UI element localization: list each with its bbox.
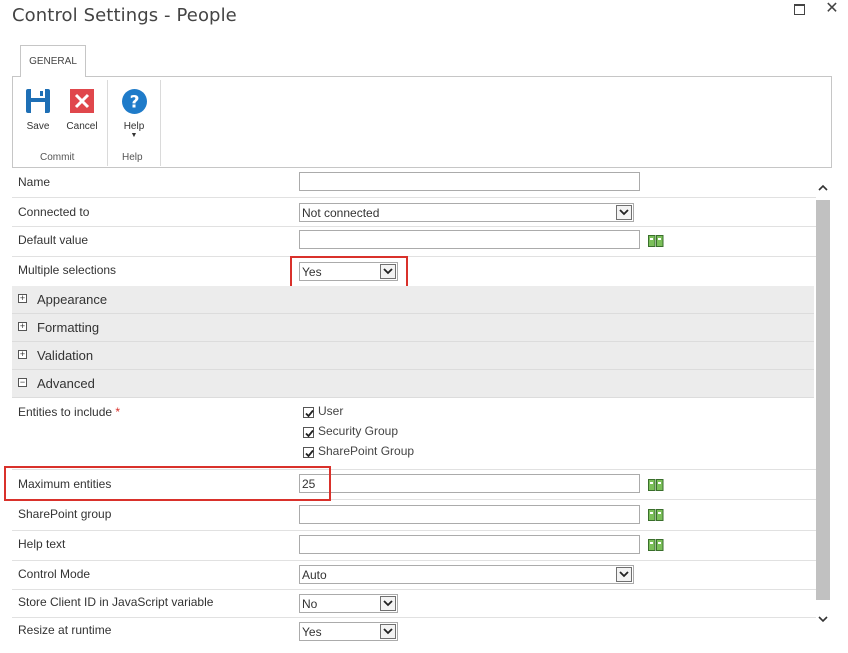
row-multiple-selections: Multiple selections Yes [12,257,816,285]
control-mode-select[interactable]: Auto [299,565,634,584]
store-client-id-label: Store Client ID in JavaScript variable [18,595,214,609]
required-mark: * [115,405,121,419]
control-mode-label: Control Mode [18,567,91,581]
row-entities-to-include: Entities to include * User Security Grou… [12,398,816,470]
group-appearance[interactable]: + Appearance [12,286,814,314]
name-input[interactable] [299,172,640,191]
store-client-id-value: No [302,597,318,611]
scroll-up-icon[interactable] [816,181,830,195]
lookup-icon[interactable] [648,479,664,491]
svg-text:?: ? [129,93,139,113]
chevron-down-icon [616,205,632,220]
row-name: Name [12,168,816,198]
save-label: Save [26,121,50,132]
tab-general[interactable]: GENERAL [20,45,86,77]
help-text-input[interactable] [299,535,640,554]
cancel-icon [70,89,94,113]
row-help-text: Help text [12,531,816,561]
chevron-down-icon [380,624,396,639]
sharepoint-group-label: SharePoint group [18,507,112,521]
entities-to-include-label: Entities to include * [18,405,121,419]
multiple-selections-label: Multiple selections [18,263,117,277]
resize-at-runtime-select[interactable]: Yes [299,622,398,641]
resize-at-runtime-label: Resize at runtime [18,623,112,637]
checkbox-security-group[interactable] [303,427,314,438]
lookup-icon[interactable] [648,509,664,521]
scrollbar-thumb[interactable] [816,200,830,600]
group-label-commit: Commit [40,152,75,163]
help-icon: ? [121,89,147,114]
save-button[interactable]: Save [22,88,54,132]
save-icon [26,89,50,113]
lookup-icon[interactable] [648,539,664,551]
store-client-id-select[interactable]: No [299,594,398,613]
group-validation[interactable]: + Validation [12,342,814,370]
group-appearance-label: Appearance [37,292,108,307]
chevron-down-icon: ▼ [130,132,138,139]
default-value-input[interactable] [299,230,640,249]
row-resize-at-runtime: Resize at runtime Yes [12,618,816,646]
ribbon-separator-2 [160,80,161,166]
checkbox-user[interactable] [303,407,314,418]
expand-icon: + [18,321,27,331]
connected-to-label: Connected to [18,205,90,219]
help-label: Help [123,121,145,132]
row-connected-to: Connected to Not connected [12,198,816,227]
collapse-icon: − [18,377,27,387]
scroll-down-icon[interactable] [816,612,830,626]
control-mode-value: Auto [302,568,327,582]
row-default-value: Default value [12,227,816,257]
group-advanced-label: Advanced [37,376,95,391]
group-advanced[interactable]: − Advanced [12,370,814,398]
expand-icon: + [18,293,27,303]
window-title: Control Settings - People [12,5,237,26]
chevron-down-icon [616,567,632,582]
highlight-box-maximum-entities [4,466,331,501]
help-button[interactable]: ? Help ▼ [117,88,151,140]
group-label-help: Help [122,152,143,163]
checkbox-security-group-label: Security Group [318,424,399,438]
checkbox-sharepoint-group-label: SharePoint Group [318,444,415,458]
maximum-entities-input[interactable]: 25 [299,474,640,493]
cancel-label: Cancel [66,121,98,132]
group-validation-label: Validation [37,348,94,363]
resize-at-runtime-value: Yes [302,625,322,639]
chevron-down-icon [380,596,396,611]
default-value-label: Default value [18,233,89,247]
connected-to-select[interactable]: Not connected [299,203,634,222]
row-sharepoint-group: SharePoint group [12,500,816,531]
checkbox-user-label: User [318,404,344,418]
maximize-icon[interactable] [790,0,808,18]
ribbon-separator [107,80,108,166]
group-formatting-label: Formatting [37,320,100,335]
expand-icon: + [18,349,27,359]
sharepoint-group-input[interactable] [299,505,640,524]
row-store-client-id: Store Client ID in JavaScript variable N… [12,590,816,618]
connected-to-value: Not connected [302,206,380,220]
group-formatting[interactable]: + Formatting [12,314,814,342]
row-control-mode: Control Mode Auto [12,561,816,590]
highlight-box-multiple-selections [290,256,408,288]
close-icon[interactable]: ✕ [823,0,841,17]
help-text-label: Help text [18,537,66,551]
name-label: Name [18,175,51,189]
cancel-button[interactable]: Cancel [64,88,100,132]
checkbox-sharepoint-group[interactable] [303,447,314,458]
lookup-icon[interactable] [648,235,664,247]
